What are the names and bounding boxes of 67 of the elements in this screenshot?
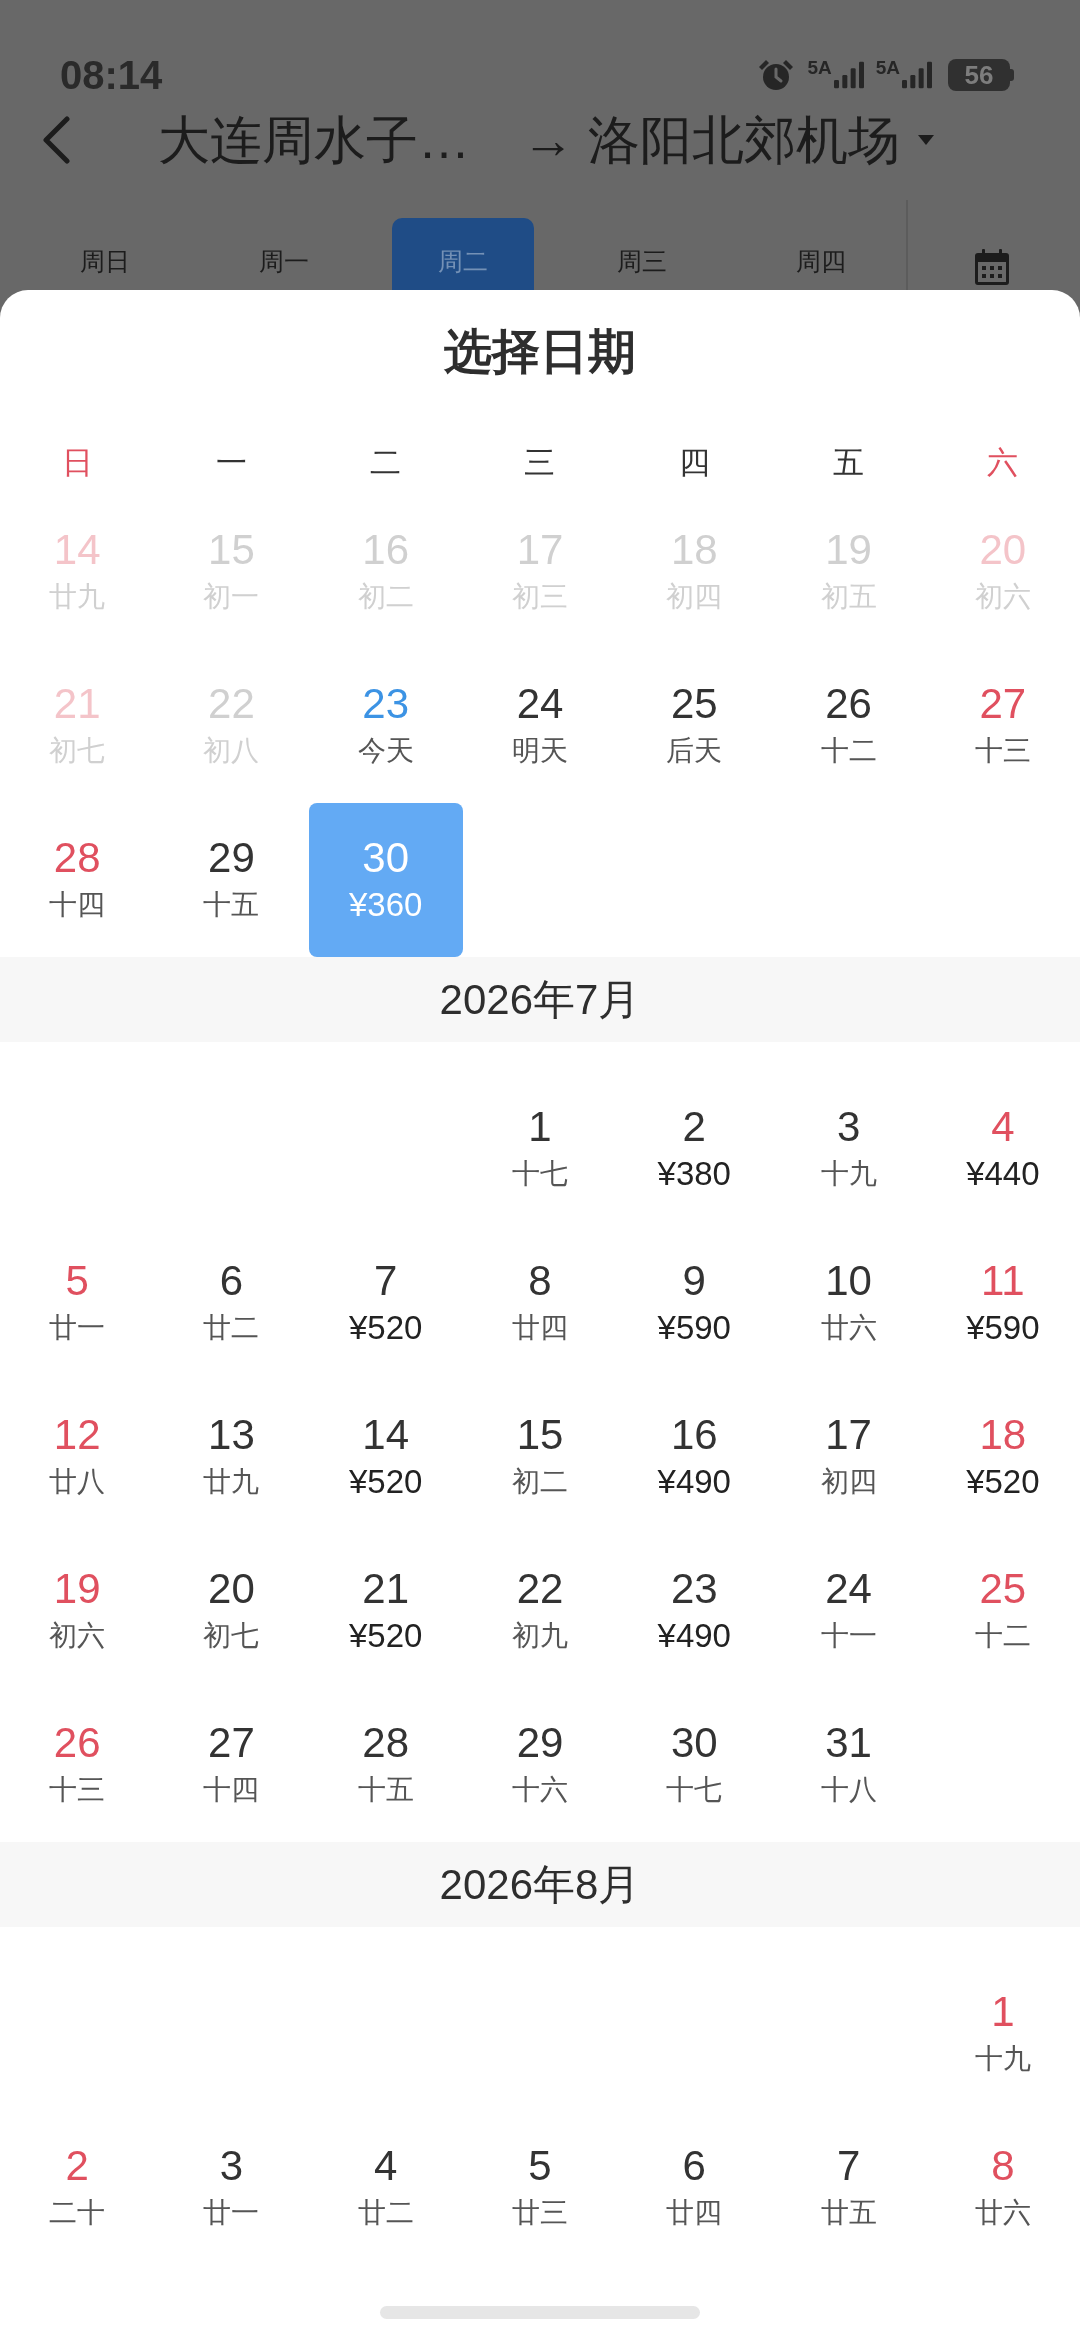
alarm-clock-icon — [757, 58, 796, 92]
date-cell[interactable]: 6 廿四 — [617, 2111, 772, 2265]
date-cell[interactable]: 12 廿八 — [0, 1380, 155, 1534]
sheet-title: 选择日期 — [444, 324, 636, 380]
date-cell[interactable]: 28 十四 — [0, 803, 155, 957]
date-cell[interactable]: 2 二十 — [0, 2111, 155, 2265]
date-cell[interactable]: 15 初二 — [462, 1380, 618, 1534]
weekday-label: 四 — [678, 443, 710, 482]
date-cell[interactable]: 8 廿四 — [462, 1226, 618, 1380]
date-cell[interactable]: 6 廿二 — [154, 1226, 309, 1380]
date-cell[interactable]: 20 初七 — [154, 1534, 309, 1688]
route-arrow: → — [522, 110, 574, 171]
date-cell[interactable]: 14 ¥520 — [308, 1380, 463, 1534]
date-cell[interactable]: 7 ¥520 — [308, 1226, 463, 1380]
network-type-label: 5A — [807, 58, 832, 78]
weekday-label: 五 — [833, 443, 865, 482]
dropdown-caret-icon[interactable] — [918, 135, 934, 145]
date-cell[interactable]: 19 初六 — [0, 1534, 155, 1688]
date-cell[interactable]: 27 十三 — [925, 649, 1080, 803]
date-cell[interactable]: 24 明天 — [462, 649, 618, 803]
date-cell[interactable]: 1 十七 — [462, 1072, 618, 1226]
date-cell[interactable]: 3 十九 — [771, 1072, 926, 1226]
date-cell[interactable]: 4 廿二 — [308, 2111, 463, 2265]
weekday-label: 三 — [524, 443, 556, 482]
date-cell[interactable]: 22 初九 — [462, 1534, 618, 1688]
date-cell[interactable]: 13 廿九 — [154, 1380, 309, 1534]
date-cell[interactable]: 2 ¥380 — [617, 1072, 772, 1226]
date-cell[interactable]: 10 廿六 — [771, 1226, 926, 1380]
date-cell[interactable]: 28 十五 — [308, 1688, 463, 1842]
date-cell[interactable]: 9 ¥590 — [617, 1226, 772, 1380]
date-cell[interactable]: 17 初四 — [771, 1380, 926, 1534]
status-time: 08:14 — [60, 52, 163, 98]
date-cell[interactable]: 7 廿五 — [771, 2111, 926, 2265]
date-cell[interactable]: 26 十三 — [0, 1688, 155, 1842]
weekday-label: 日 — [61, 443, 93, 482]
signal-icon — [902, 59, 932, 91]
date-cell[interactable]: 25 后天 — [617, 649, 772, 803]
date-cell[interactable]: 24 十一 — [771, 1534, 926, 1688]
date-cell[interactable]: 3 廿一 — [154, 2111, 309, 2265]
date-cell[interactable]: 31 十八 — [771, 1688, 926, 1842]
date-cell[interactable]: 29 十六 — [462, 1688, 618, 1842]
date-cell[interactable]: 1 十九 — [925, 1957, 1080, 2111]
date-cell[interactable]: 26 十二 — [771, 649, 926, 803]
signal-icon — [833, 59, 864, 91]
date-cell[interactable]: 23 今天 — [308, 649, 463, 803]
weekday-label: 六 — [987, 443, 1019, 482]
date-cell[interactable]: 11 ¥590 — [925, 1226, 1080, 1380]
date-cell[interactable]: 5 廿三 — [462, 2111, 618, 2265]
network-type-label: 5A — [875, 58, 900, 78]
date-cell[interactable]: 30 十七 — [617, 1688, 772, 1842]
date-cell[interactable]: 23 ¥490 — [617, 1534, 772, 1688]
date-cell[interactable]: 5 廿一 — [0, 1226, 155, 1380]
date-cell[interactable]: 27 十四 — [154, 1688, 309, 1842]
date-cell[interactable]: 18 ¥520 — [925, 1380, 1080, 1534]
month-header: 2026年7月 — [0, 957, 1080, 1042]
date-cell[interactable]: 16 ¥490 — [617, 1380, 772, 1534]
weekday-label: 二 — [370, 443, 402, 482]
date-cell[interactable]: 25 十二 — [925, 1534, 1080, 1688]
date-cell[interactable]: 4 ¥440 — [925, 1072, 1080, 1226]
date-cell[interactable]: 29 十五 — [154, 803, 309, 957]
date-cell[interactable]: 21 ¥520 — [308, 1534, 463, 1688]
month-header: 2026年8月 — [0, 1842, 1080, 1927]
date-cell[interactable]: 8 廿六 — [925, 2111, 1080, 2265]
weekday-label: 一 — [215, 443, 247, 482]
calendar-icon[interactable] — [975, 249, 1009, 285]
back-icon[interactable] — [41, 116, 71, 164]
battery-indicator: 56 — [948, 59, 1014, 91]
